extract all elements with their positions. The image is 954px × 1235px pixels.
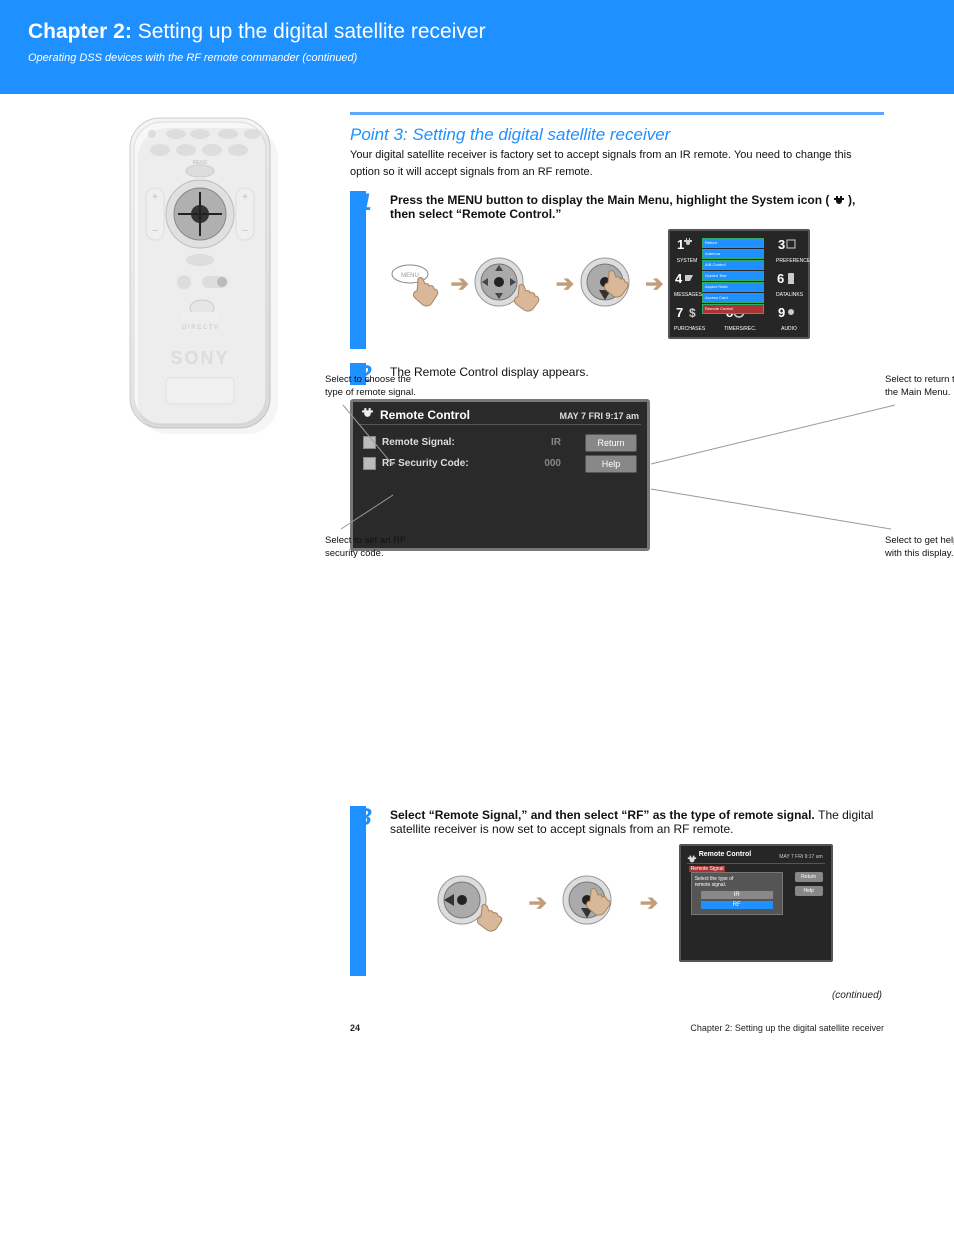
submenu-item: Aspect Ratio	[702, 282, 764, 292]
submenu-item-active: Remote Control	[702, 304, 764, 314]
step-1-text: Press the MENU button to display the Mai…	[376, 193, 884, 221]
mini2-dialog: Select the type ofremote signal. IR RF	[691, 872, 783, 915]
step-1-iconrow: MENU ➔	[390, 229, 874, 339]
mini2-option-rf[interactable]: RF	[701, 901, 773, 909]
callout-return: Select to return tothe Main Menu.	[885, 373, 954, 400]
security-code-button[interactable]	[363, 457, 376, 470]
top-header: Chapter 2: Setting up the digital satell…	[0, 0, 954, 94]
svg-text:6: 6	[777, 271, 784, 286]
svg-text:MENU: MENU	[193, 160, 208, 166]
display-datetime: MAY 7 FRI 9:17 am	[559, 411, 639, 421]
arrow-icon: ➔	[450, 271, 468, 296]
help-button[interactable]: Help	[585, 455, 637, 473]
svg-text:+: +	[152, 192, 158, 203]
menu-cell-7: 7$ PURCHASES	[674, 303, 700, 332]
submenu-item: Return	[702, 238, 764, 248]
arrow-icon: ➔	[640, 890, 658, 915]
submenu-item: A/B Control	[702, 260, 764, 270]
step-1-text-leading: Press the MENU button to display the Mai…	[390, 193, 833, 207]
callout-signal: Select to choose thetype of remote signa…	[325, 373, 435, 400]
svg-text:3: 3	[778, 237, 785, 252]
mini2-body: Select the type ofremote signal.	[695, 876, 779, 889]
svg-text:7: 7	[676, 305, 683, 320]
chapter-label: Chapter 2:	[28, 20, 132, 43]
security-code-value: 000	[544, 458, 561, 469]
callout-help: Select to get helpwith this display.	[885, 534, 954, 561]
page-footer: 24 Chapter 2: Setting up the digital sat…	[350, 1023, 884, 1033]
menu-cell-1: 1 SYSTEM	[674, 235, 700, 264]
step-3-iconrow: ➔ ➔	[436, 844, 874, 962]
system-submenu: Return Antenna A/B Control Guided Test A…	[702, 237, 764, 315]
chapter-subtitle: Operating DSS devices with the RF remote…	[28, 52, 954, 64]
remote-signal-button[interactable]	[363, 436, 376, 449]
remote-sidebar: MENU + − + −	[90, 112, 340, 447]
remote-illustration: MENU + − + −	[90, 112, 300, 442]
return-button[interactable]: Return	[585, 434, 637, 452]
mini2-title: Remote Control	[699, 851, 752, 858]
footer-caption: Chapter 2: Setting up the digital satell…	[690, 1023, 884, 1033]
svg-text:MENU: MENU	[401, 273, 419, 279]
svg-text:−: −	[242, 226, 248, 237]
remote-control-display: Remote Control MAY 7 FRI 9:17 am Remote …	[350, 399, 650, 551]
remote-signal-select-screen: Remote Control MAY 7 FRI 9:17 am Remote …	[679, 844, 833, 962]
svg-text:1: 1	[677, 237, 684, 252]
section-intro: Your digital satellite receiver is facto…	[350, 147, 884, 181]
menu-cell-9: 9 AUDIO	[776, 303, 802, 332]
svg-text:+: +	[242, 192, 248, 203]
joystick-left-icon	[436, 874, 514, 932]
arrow-icon: ➔	[645, 271, 663, 296]
submenu-item: Guided Test	[702, 271, 764, 281]
remote-signal-label: Remote Signal:	[382, 437, 551, 448]
page-number: 24	[350, 1023, 360, 1033]
svg-text:9: 9	[778, 305, 785, 320]
arrow-icon: ➔	[556, 271, 574, 296]
submenu-item: Access Card	[702, 293, 764, 303]
continued-label: (continued)	[350, 990, 882, 1001]
section-title: Point 3: Setting the digital satellite r…	[350, 125, 884, 145]
callout-code: Select to set an RFsecurity code.	[325, 534, 435, 561]
plug-icon	[361, 406, 374, 422]
svg-text:−: −	[152, 226, 158, 237]
chapter-title: Setting up the digital satellite receive…	[138, 20, 486, 43]
menu-button-press-icon: MENU	[390, 259, 446, 309]
step-2-text: The Remote Control display appears.	[376, 365, 884, 379]
row-security-code: RF Security Code: 000 Help	[363, 455, 637, 473]
menu-cell-6: 6 DATALINKS	[776, 269, 802, 298]
security-code-label: RF Security Code:	[382, 458, 544, 469]
joystick-navigate-icon	[473, 256, 551, 312]
menu-cell-4: 4 MESSAGES	[674, 269, 700, 298]
remote-signal-value: IR	[551, 437, 561, 448]
section-rule	[350, 112, 884, 115]
step-3-text: Select “Remote Signal,” and then select …	[376, 808, 884, 836]
joystick-press-icon	[579, 256, 641, 312]
arrow-icon: ➔	[528, 890, 546, 915]
svg-text:4: 4	[675, 271, 683, 286]
step-3-text-leading: Select “Remote Signal,” and then select …	[390, 808, 818, 822]
step-3-number: 3	[352, 804, 378, 832]
mini2-return-button[interactable]: Return	[795, 872, 823, 882]
remote-control-screen-figure: Select to choose thetype of remote signa…	[365, 399, 884, 551]
mini2-option-ir[interactable]: IR	[701, 891, 773, 899]
step-1: 1 Press the MENU button to display the M…	[350, 191, 884, 349]
step-1-number: 1	[352, 189, 378, 217]
svg-text:SONY: SONY	[170, 348, 229, 368]
svg-text:D I R E C T V: D I R E C T V	[182, 325, 218, 331]
menu-cell-3: 3 PREFERENCES	[776, 235, 802, 264]
chapter-heading: Chapter 2: Setting up the digital satell…	[28, 20, 954, 44]
joystick-press-icon	[561, 874, 625, 932]
step-3: 3 Select “Remote Signal,” and then selec…	[350, 806, 884, 976]
row-remote-signal: Remote Signal: IR Return	[363, 434, 637, 452]
plug-icon	[833, 194, 845, 206]
submenu-item: Antenna	[702, 249, 764, 259]
main-menu-screen: 1 SYSTEM 3 PREFERENCES 4 MESSAGES 6	[668, 229, 810, 339]
mini2-date: MAY 7 FRI 9:17 am	[779, 854, 822, 860]
display-title: Remote Control	[380, 408, 559, 422]
mini2-help-button[interactable]: Help	[795, 886, 823, 896]
svg-text:$: $	[689, 306, 696, 320]
